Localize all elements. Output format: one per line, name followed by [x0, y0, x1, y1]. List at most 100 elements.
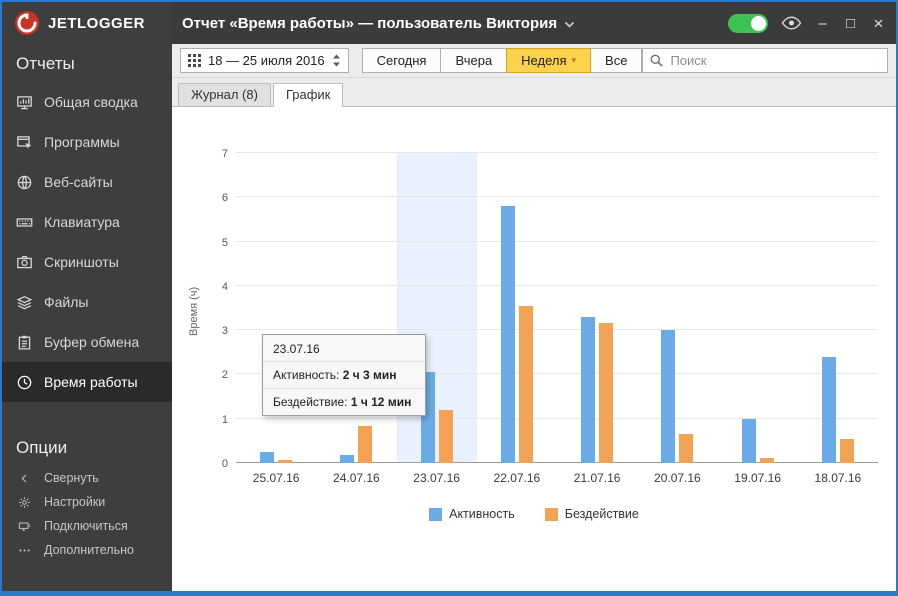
- bar-Бездействие-21.07.16[interactable]: [599, 322, 614, 463]
- bar-group-22.07.16: [477, 153, 557, 463]
- y-tick-label: 7: [221, 148, 228, 160]
- bar-group-23.07.16: [397, 153, 477, 463]
- sidebar-item-websites[interactable]: Веб-сайты: [2, 162, 172, 202]
- settings-icon: [18, 496, 36, 509]
- x-axis-label: 22.07.16: [493, 471, 541, 485]
- chevron-down-icon: ▾: [571, 55, 577, 65]
- chart-tooltip: 23.07.16 Активность: 2 ч 3 мин Бездейств…: [262, 334, 426, 416]
- tooltip-idle-row: Бездействие: 1 ч 12 мин: [263, 388, 425, 415]
- sidebar-item-clipboard[interactable]: Буфер обмена: [2, 322, 172, 362]
- jetlogger-logo-icon: [14, 10, 40, 36]
- sidebar-item-label: Общая сводка: [44, 94, 138, 110]
- sidebar-item-worktime[interactable]: Время работы: [2, 362, 172, 402]
- legend-label: Бездействие: [564, 507, 639, 521]
- date-range-text: 18 — 25 июля 2016: [208, 53, 325, 68]
- logo: JETLOGGER: [2, 2, 172, 44]
- legend-item: Активность: [429, 507, 515, 521]
- tab-chart[interactable]: График: [272, 83, 344, 107]
- filter-button-label: Неделя: [521, 53, 567, 68]
- sidebar-item-label: Свернуть: [44, 471, 99, 485]
- bar-Активность-22.07.16[interactable]: [500, 206, 515, 463]
- eye-icon[interactable]: [781, 16, 802, 30]
- legend-item: Бездействие: [544, 507, 639, 521]
- filter-button-yesterday[interactable]: Вчера: [440, 48, 508, 73]
- bar-Бездействие-25.07.16[interactable]: [278, 459, 293, 463]
- sidebar-item-keyboard[interactable]: Клавиатура: [2, 202, 172, 242]
- x-axis-label: 25.07.16: [252, 471, 300, 485]
- updown-arrows-icon: [332, 54, 341, 67]
- filter-button-label: Все: [605, 53, 628, 68]
- bar-Бездействие-18.07.16[interactable]: [839, 438, 854, 463]
- bar-Бездействие-23.07.16[interactable]: [438, 409, 453, 463]
- worktime-icon: [16, 374, 34, 391]
- bar-group-24.07.16: [316, 153, 396, 463]
- sidebar-item-connect[interactable]: Подключиться: [2, 514, 172, 538]
- sidebar-item-programs[interactable]: Программы: [2, 122, 172, 162]
- bar-Активность-19.07.16[interactable]: [741, 418, 756, 463]
- tooltip-activity-label: Активность:: [273, 368, 340, 382]
- bar-group-20.07.16: [637, 153, 717, 463]
- close-button[interactable]: ×: [871, 15, 886, 32]
- maximize-button[interactable]: □: [843, 16, 858, 31]
- bar-Бездействие-19.07.16[interactable]: [759, 457, 774, 463]
- collapse-icon: [18, 472, 36, 485]
- sidebar-item-screenshots[interactable]: Скриншоты: [2, 242, 172, 282]
- sidebar-item-more[interactable]: Дополнительно: [2, 538, 172, 562]
- sidebar-item-settings[interactable]: Настройки: [2, 490, 172, 514]
- screenshots-icon: [16, 254, 34, 271]
- bar-Бездействие-20.07.16[interactable]: [679, 434, 694, 463]
- clipboard-icon: [16, 334, 34, 351]
- filter-button-week[interactable]: Неделя ▾: [506, 48, 592, 73]
- logo-text: JETLOGGER: [48, 14, 146, 32]
- toggle-knob: [751, 15, 766, 31]
- sidebar-item-label: Подключиться: [44, 519, 128, 533]
- bar-Активность-25.07.16[interactable]: [260, 451, 275, 463]
- date-range-picker[interactable]: 18 — 25 июля 2016: [180, 48, 349, 73]
- chart-panel: Время (ч) 0 1 2 3 4 5 6 7 25.07.16 24.07.16 23.07…: [172, 106, 896, 591]
- plot-area: 0 1 2 3 4 5 6 7: [222, 148, 878, 470]
- sidebar-item-label: Настройки: [44, 495, 106, 509]
- x-axis-label: 24.07.16: [333, 471, 380, 485]
- bar-group-21.07.16: [557, 153, 637, 463]
- sidebar-item-collapse[interactable]: Свернуть: [2, 466, 172, 490]
- bar-Активность-20.07.16[interactable]: [661, 330, 676, 463]
- bar-Активность-18.07.16[interactable]: [821, 356, 836, 463]
- sidebar-item-files[interactable]: Файлы: [2, 282, 172, 322]
- more-icon: [18, 544, 36, 557]
- sidebar-nav: Отчеты Общая сводка Программы Веб-сайты Клав…: [2, 44, 172, 562]
- tracking-toggle[interactable]: [728, 13, 768, 33]
- page-title: Отчет «Время работы» — пользователь Викт…: [182, 14, 558, 32]
- sidebar-item-label: Время работы: [44, 374, 138, 390]
- sidebar-item-label: Дополнительно: [44, 543, 134, 557]
- sidebar: JETLOGGER Отчеты Общая сводка Программы Веб…: [2, 2, 172, 591]
- legend-label: Активность: [449, 507, 515, 521]
- filter-button-all[interactable]: Все: [590, 48, 643, 73]
- y-axis-title: Время (ч): [188, 286, 200, 336]
- window-controls: – □ ×: [728, 13, 886, 33]
- summary-icon: [16, 94, 34, 111]
- search-input[interactable]: [670, 53, 880, 68]
- sidebar-item-label: Веб-сайты: [44, 174, 113, 190]
- search-box: [642, 48, 888, 73]
- sidebar-item-label: Файлы: [44, 294, 89, 310]
- chevron-down-icon[interactable]: [564, 21, 575, 29]
- sidebar-item-summary[interactable]: Общая сводка: [2, 82, 172, 122]
- bar-Активность-24.07.16[interactable]: [340, 455, 355, 463]
- tooltip-idle-value: 1 ч 12 мин: [350, 395, 412, 409]
- minimize-button[interactable]: –: [815, 16, 830, 31]
- y-tick-label: 2: [221, 369, 228, 382]
- filter-button-today[interactable]: Сегодня: [361, 48, 442, 73]
- filter-buttons: Сегодня Вчера Неделя ▾ Все: [361, 48, 643, 73]
- sidebar-section-label: Опции: [16, 438, 68, 457]
- programs-icon: [16, 134, 34, 151]
- bar-Бездействие-24.07.16[interactable]: [358, 426, 373, 463]
- calendar-grid-icon: [188, 54, 201, 67]
- files-icon: [16, 294, 34, 311]
- keyboard-icon: [16, 214, 34, 231]
- bar-groups: [236, 153, 878, 463]
- tab-journal[interactable]: Журнал (8): [178, 83, 271, 107]
- bar-Активность-21.07.16[interactable]: [581, 316, 596, 463]
- bar-group-18.07.16: [798, 153, 878, 463]
- filter-button-label: Вчера: [455, 53, 493, 68]
- bar-Бездействие-22.07.16[interactable]: [518, 305, 533, 463]
